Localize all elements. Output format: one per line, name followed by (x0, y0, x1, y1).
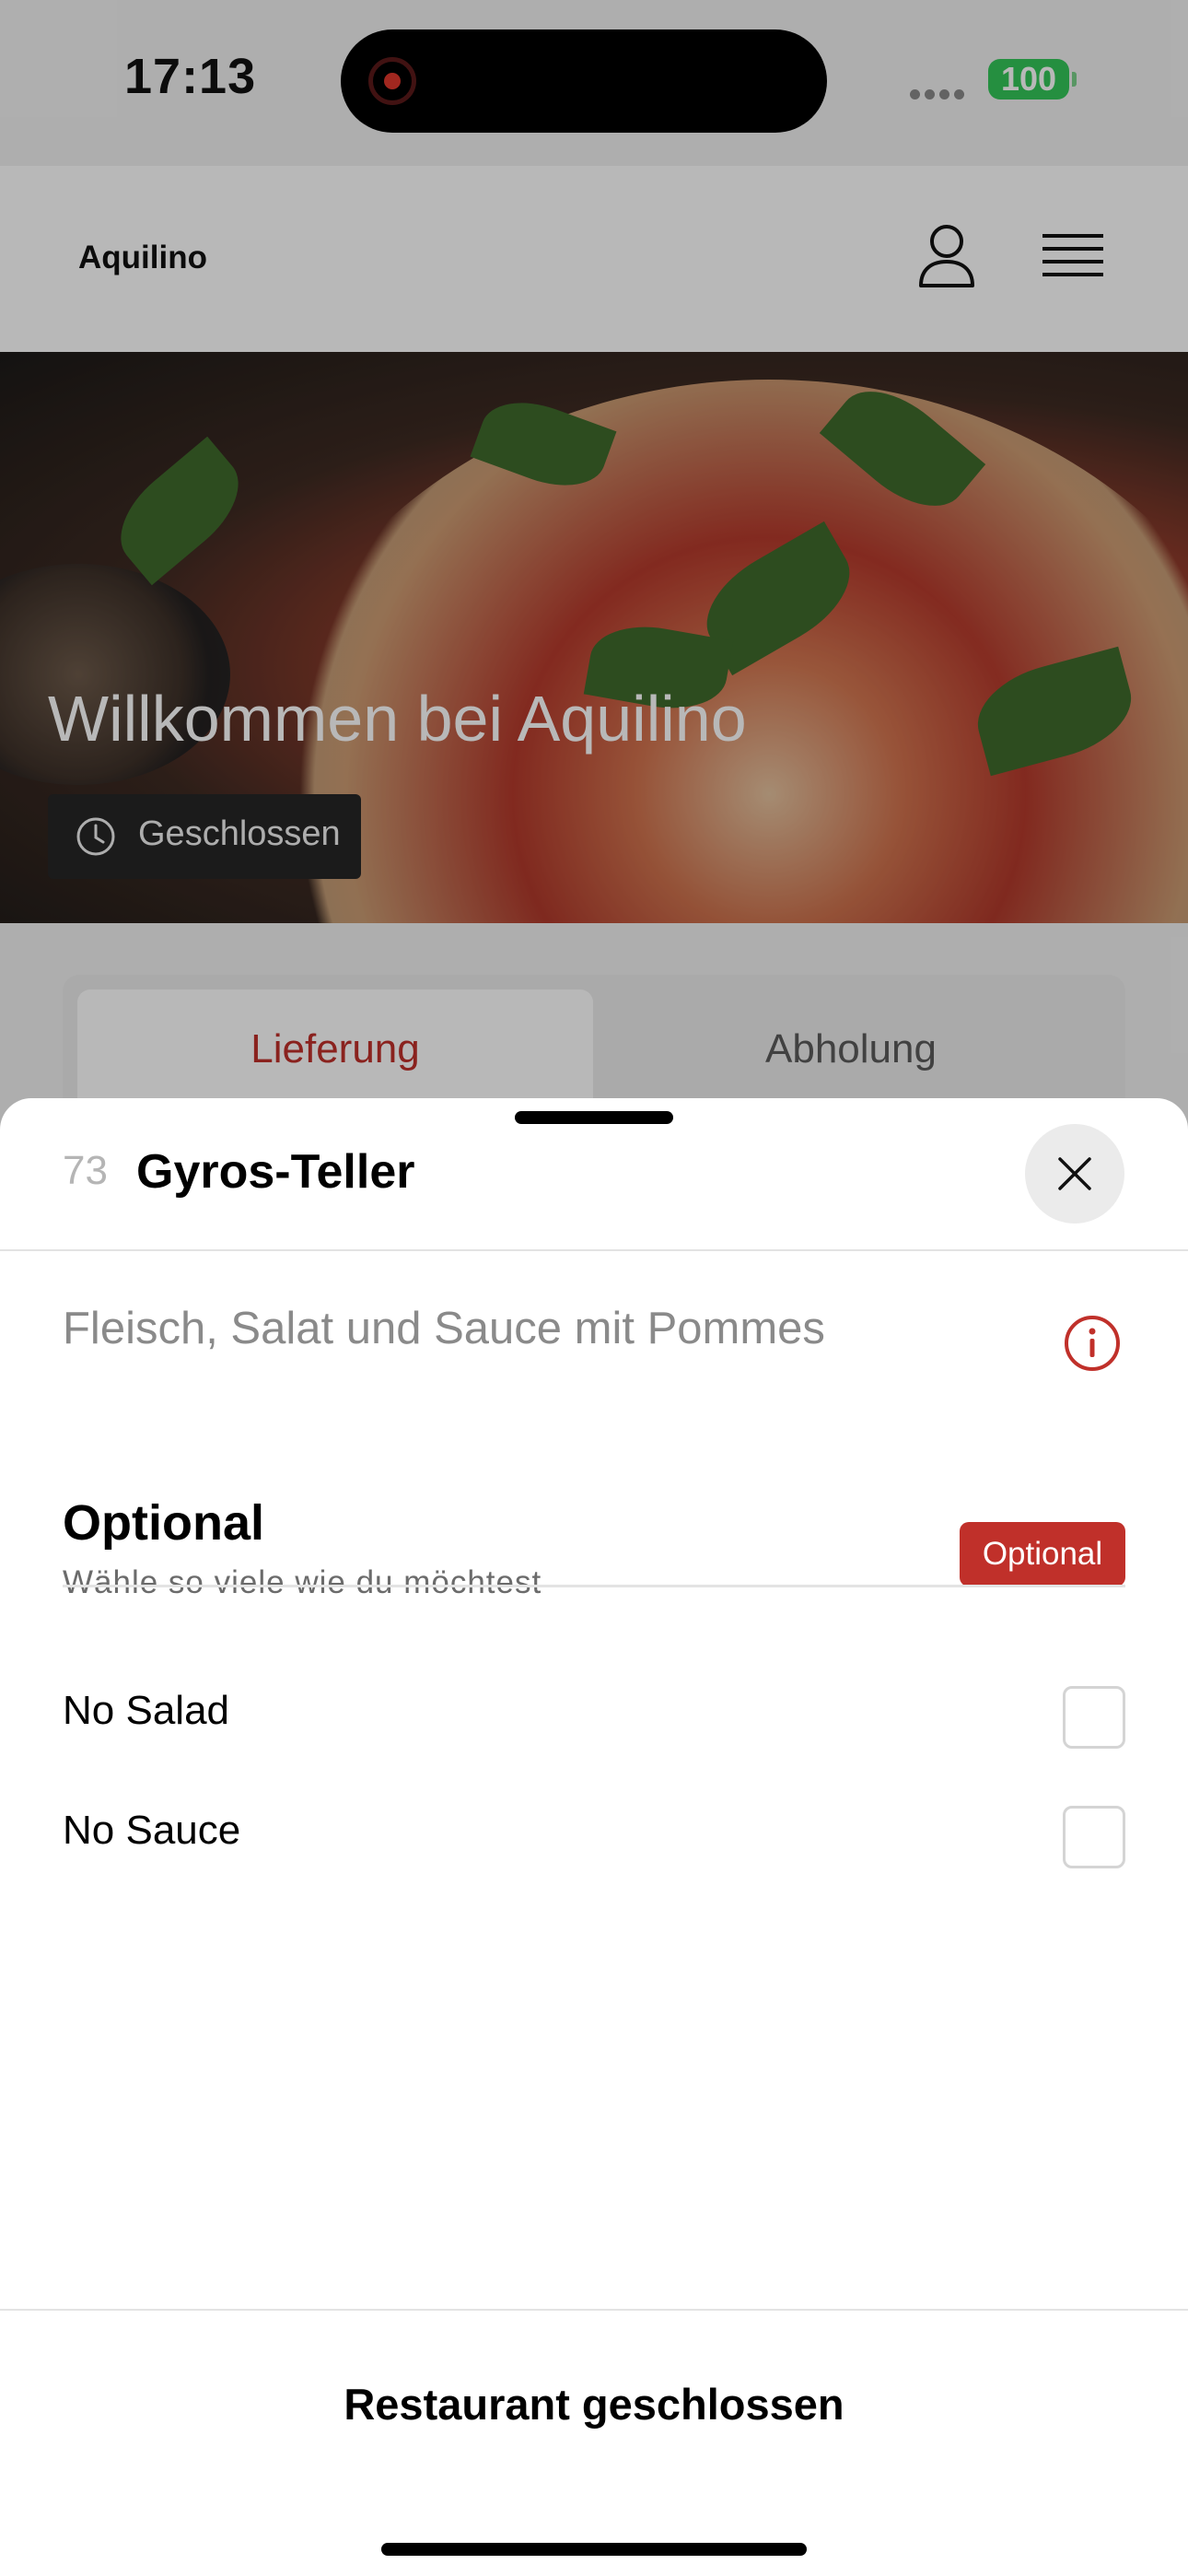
close-icon (1058, 1157, 1091, 1190)
option-checkbox[interactable] (1063, 1806, 1125, 1868)
option-group-badge: Optional (960, 1522, 1125, 1587)
sheet-grabber[interactable] (515, 1111, 673, 1124)
option-row-no-sauce[interactable]: No Sauce (63, 1780, 1125, 1896)
item-title: Gyros-Teller (136, 1145, 415, 1199)
info-icon[interactable] (1063, 1314, 1122, 1373)
home-indicator (381, 2543, 807, 2556)
option-divider (63, 1585, 1125, 1587)
option-row-no-salad[interactable]: No Salad (63, 1660, 1125, 1776)
option-group-title: Optional (63, 1495, 264, 1551)
option-group-subtitle: Wähle so viele wie du möchtest (63, 1564, 542, 1600)
option-label: No Sauce (63, 1808, 241, 1853)
close-button[interactable] (1025, 1124, 1124, 1224)
footer-divider (0, 2309, 1188, 2311)
restaurant-closed-label: Restaurant geschlossen (344, 2380, 844, 2429)
option-checkbox[interactable] (1063, 1686, 1125, 1749)
item-number: 73 (63, 1148, 108, 1193)
option-label: No Salad (63, 1688, 230, 1733)
header-divider (0, 1249, 1188, 1251)
item-detail-sheet: 73 Gyros-Teller Fleisch, Salat und Sauce… (0, 1098, 1188, 2576)
item-description: Fleisch, Salat und Sauce mit Pommes (63, 1304, 825, 1353)
